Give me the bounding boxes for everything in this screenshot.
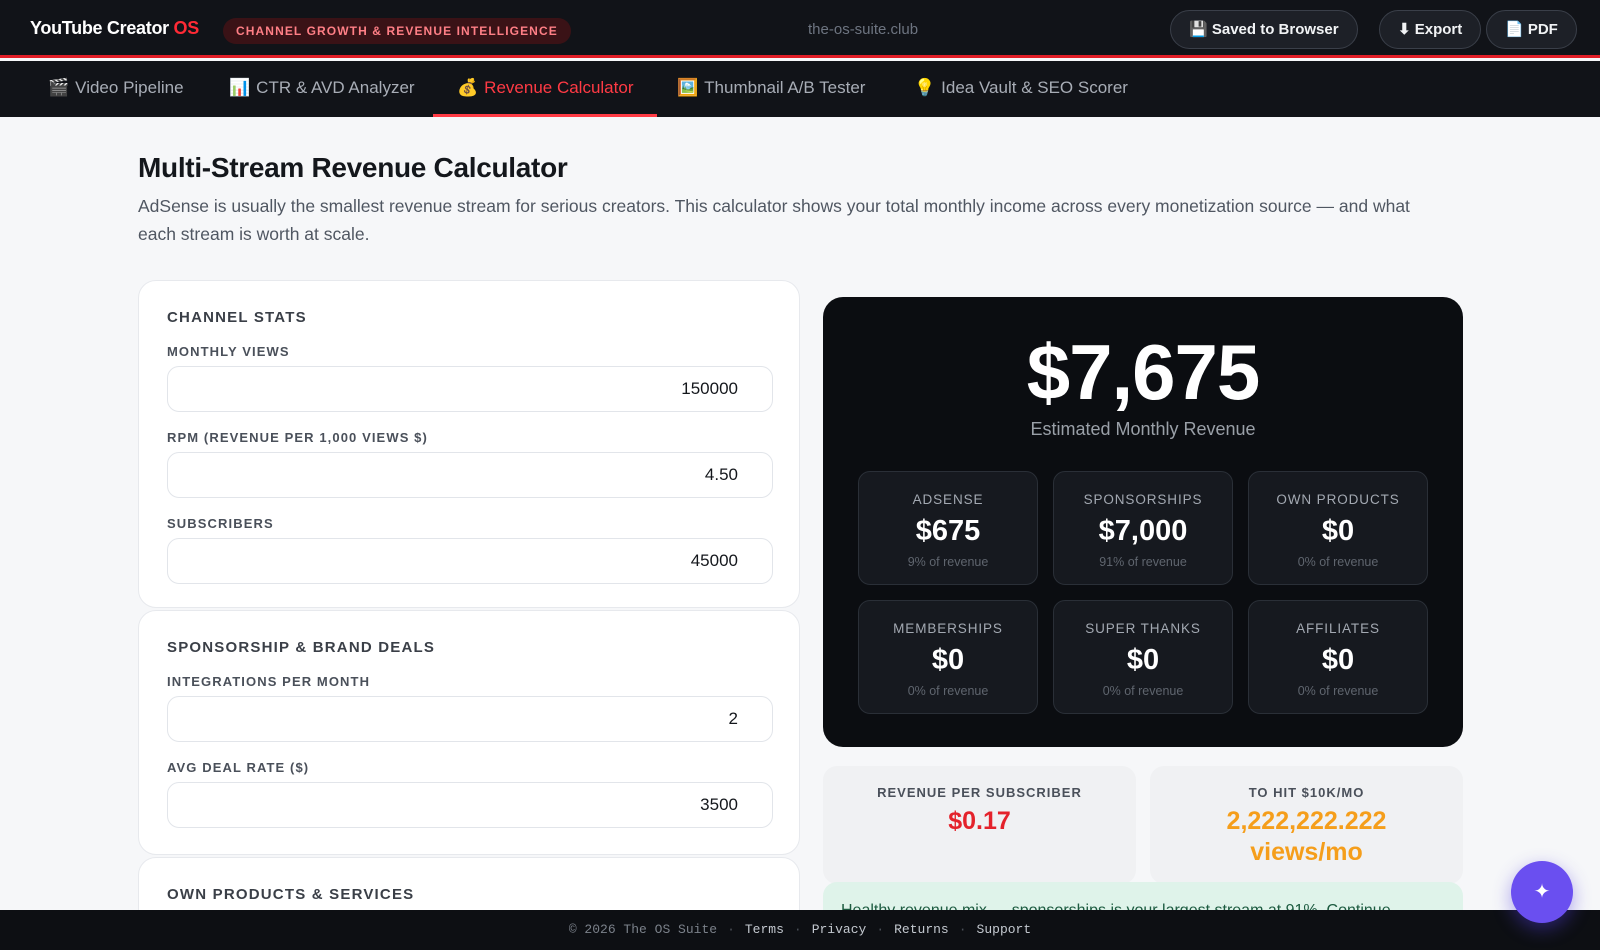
total-revenue-value: $7,675 [1026, 328, 1261, 416]
stream-name: MEMBERSHIPS [893, 621, 1003, 636]
tagline-badge: CHANNEL GROWTH & REVENUE INTELLIGENCE [223, 18, 571, 44]
picture-icon: 🖼️ [677, 78, 699, 97]
subscribers-input[interactable] [167, 538, 773, 584]
tab-bar: 🎬 Video Pipeline 📊 CTR & AVD Analyzer 💰 Rev… [0, 61, 1600, 117]
tab-label: CTR & AVD Analyzer [256, 78, 415, 97]
section-heading: CHANNEL STATS [167, 309, 307, 326]
tab-label: Revenue Calculator [484, 78, 634, 97]
tab-label: Thumbnail A/B Tester [704, 78, 866, 97]
field-label: INTEGRATIONS PER MONTH [167, 674, 371, 689]
stream-tile-adsense: ADSENSE $675 9% of revenue [858, 471, 1038, 585]
export-button[interactable]: ⬇ Export [1379, 10, 1482, 49]
pdf-button[interactable]: 📄 PDF [1486, 10, 1577, 49]
tab-thumbnail-ab-tester[interactable]: 🖼️ Thumbnail A/B Tester [653, 61, 889, 117]
stream-value: $0 [931, 644, 965, 676]
assistant-fab-button[interactable]: ✦ [1511, 861, 1573, 923]
avg-deal-rate-input[interactable] [167, 782, 773, 828]
tab-ctr-avd-analyzer[interactable]: 📊 CTR & AVD Analyzer [205, 61, 439, 117]
field-label: AVG DEAL RATE ($) [167, 760, 310, 775]
tab-label: Video Pipeline [75, 78, 184, 97]
clapperboard-icon: 🎬 [48, 78, 70, 97]
copyright-text: © 2026 The OS Suite [568, 922, 718, 937]
money-bag-icon: 💰 [457, 78, 479, 97]
sparkle-icon: ✦ [1533, 881, 1551, 903]
stream-percent: 0% of revenue [1297, 684, 1379, 698]
stream-name: AFFILIATES [1296, 621, 1380, 636]
field-label: SUBSCRIBERS [167, 516, 274, 531]
stream-value: $675 [915, 515, 981, 547]
views-needed-unit: views/mo [1250, 838, 1363, 866]
footer: © 2026 The OS Suite · Terms · Privacy · Return… [0, 910, 1600, 950]
stream-value: $0 [1321, 644, 1355, 676]
support-link[interactable]: Support [977, 922, 1032, 937]
integrations-per-month-input[interactable] [167, 696, 773, 742]
top-bar: YouTube Creator OS CHANNEL GROWTH & REVE… [0, 0, 1600, 58]
stream-percent: 0% of revenue [1102, 684, 1184, 698]
revenue-per-subscriber-card: REVENUE PER SUBSCRIBER $0.17 [823, 766, 1136, 884]
saved-to-browser-button[interactable]: 💾 Saved to Browser [1170, 10, 1358, 49]
revenue-summary-panel: $7,675 Estimated Monthly Revenue ADSENSE… [823, 297, 1463, 747]
stream-percent: 0% of revenue [907, 684, 989, 698]
views-needed-value: 2,222,222.222 [1226, 807, 1387, 835]
stream-tile-sponsorships: SPONSORSHIPS $7,000 91% of revenue [1053, 471, 1233, 585]
rpm-input[interactable] [167, 452, 773, 498]
stream-tile-memberships: MEMBERSHIPS $0 0% of revenue [858, 600, 1038, 714]
app-title-accent: OS [173, 18, 200, 38]
metric-label: REVENUE PER SUBSCRIBER [877, 785, 1082, 800]
field-label: RPM (REVENUE PER 1,000 VIEWS $) [167, 430, 428, 445]
section-heading: SPONSORSHIP & BRAND DEALS [167, 639, 436, 656]
channel-stats-card: CHANNEL STATS MONTHLY VIEWS RPM (REVENUE… [138, 280, 800, 608]
stream-percent: 91% of revenue [1099, 555, 1187, 569]
sponsorship-card: SPONSORSHIP & BRAND DEALS INTEGRATIONS P… [138, 610, 800, 855]
terms-link[interactable]: Terms [745, 922, 784, 937]
stream-name: OWN PRODUCTS [1276, 492, 1400, 507]
total-revenue-label: Estimated Monthly Revenue [1030, 419, 1256, 439]
stream-tile-super-thanks: SUPER THANKS $0 0% of revenue [1053, 600, 1233, 714]
stream-percent: 9% of revenue [907, 555, 989, 569]
stream-name: SUPER THANKS [1085, 621, 1201, 636]
stream-percent: 0% of revenue [1297, 555, 1379, 569]
bar-chart-icon: 📊 [229, 78, 251, 97]
stream-tile-own-products: OWN PRODUCTS $0 0% of revenue [1248, 471, 1428, 585]
to-hit-10k-card: TO HIT $10K/MO 2,222,222.222 views/mo [1150, 766, 1463, 884]
privacy-link[interactable]: Privacy [812, 922, 867, 937]
tab-revenue-calculator[interactable]: 💰 Revenue Calculator [433, 61, 658, 117]
stream-name: ADSENSE [912, 492, 984, 507]
lightbulb-icon: 💡 [914, 78, 936, 97]
revenue-per-subscriber-value: $0.17 [948, 807, 1011, 835]
section-heading: OWN PRODUCTS & SERVICES [167, 886, 415, 903]
stream-value: $0 [1126, 644, 1160, 676]
tab-video-pipeline[interactable]: 🎬 Video Pipeline [24, 61, 208, 117]
site-domain: the-os-suite.club [808, 21, 919, 38]
tab-label: Idea Vault & SEO Scorer [941, 78, 1128, 97]
page-intro: AdSense is usually the smallest revenue … [138, 196, 1410, 244]
stream-value: $0 [1321, 515, 1355, 547]
stream-name: SPONSORSHIPS [1083, 492, 1203, 507]
page-title: Multi-Stream Revenue Calculator [138, 152, 568, 183]
stream-tile-affiliates: AFFILIATES $0 0% of revenue [1248, 600, 1428, 714]
tab-idea-vault-seo-scorer[interactable]: 💡 Idea Vault & SEO Scorer [890, 61, 1152, 117]
app-logo: YouTube Creator OS [30, 18, 199, 39]
app-title: YouTube Creator [30, 18, 174, 38]
stream-value: $7,000 [1098, 515, 1188, 547]
returns-link[interactable]: Returns [894, 922, 949, 937]
monthly-views-input[interactable] [167, 366, 773, 412]
field-label: MONTHLY VIEWS [167, 344, 290, 359]
metric-label: TO HIT $10K/MO [1248, 785, 1365, 800]
